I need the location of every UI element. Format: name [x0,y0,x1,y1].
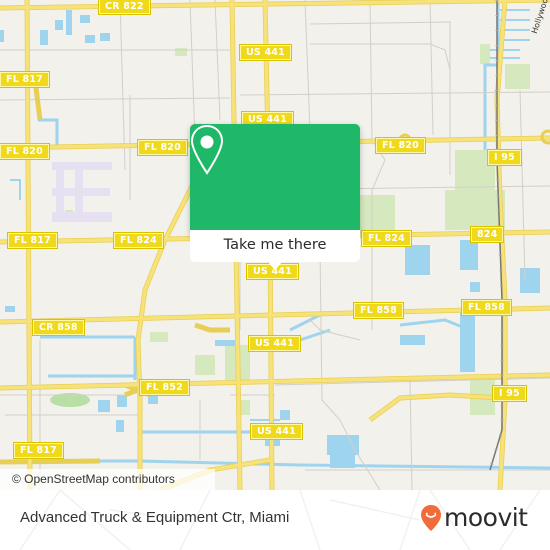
route-shield: I 95 [487,149,522,166]
route-shield: FL 858 [353,302,404,319]
map-view[interactable]: CR 822 US 441 FL 817 US 441 FL 820 FL 82… [0,0,550,490]
airport-area [52,162,112,222]
place-name: Advanced Truck & Equipment Ctr, Miami [20,509,290,526]
route-shield: 824 [469,226,505,243]
route-shield: FL 824 [113,232,164,249]
route-shield: FL 817 [0,71,50,88]
map-pin-icon [190,124,224,175]
route-shield: FL 820 [375,137,426,154]
route-shield: FL 824 [361,230,412,247]
route-shield: FL 852 [139,379,190,396]
take-me-there-button[interactable]: Take me there [190,230,360,262]
route-shield: FL 820 [137,139,188,156]
moovit-logo[interactable]: moovit [420,504,528,532]
route-shield: US 441 [239,44,292,61]
location-popup[interactable]: Take me there [190,124,360,270]
route-shield: I 95 [492,385,527,402]
route-shield: CR 822 [98,0,151,15]
moovit-smiley-pin-icon [421,505,441,531]
route-shield: US 441 [250,423,303,440]
route-shield: CR 858 [32,319,85,336]
route-shield: US 441 [248,335,301,352]
route-shield: FL 858 [461,299,512,316]
route-shield: FL 817 [7,232,58,249]
brand-name: moovit [444,503,528,532]
route-shield: FL 817 [13,442,64,459]
footer-bar: Advanced Truck & Equipment Ctr, Miami mo… [0,490,550,550]
route-shield: FL 820 [0,143,50,160]
popup-pointer [267,261,283,270]
map-attribution[interactable]: © OpenStreetMap contributors [0,469,215,490]
popup-header[interactable] [190,124,360,230]
